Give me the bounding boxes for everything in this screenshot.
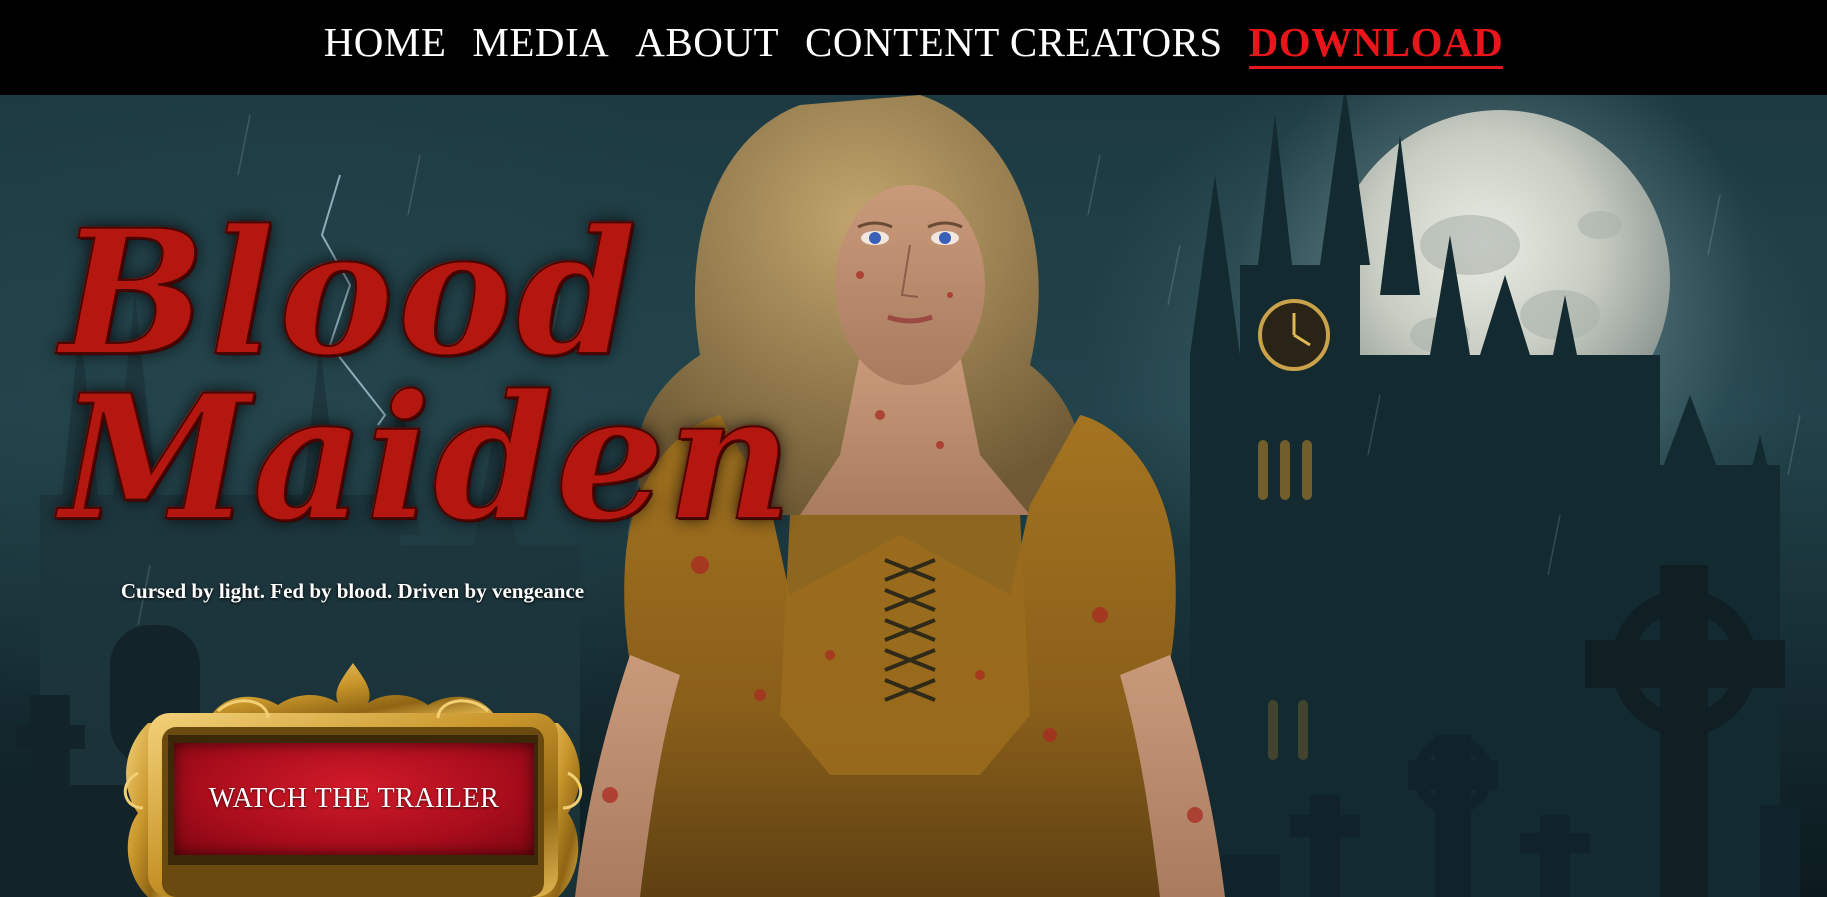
nav-link-download[interactable]: DOWNLOAD	[1248, 18, 1504, 69]
nav-link-about[interactable]: ABOUT	[635, 19, 779, 65]
nav-item-media: MEDIA	[472, 18, 609, 66]
nav-item-about: ABOUT	[635, 18, 779, 66]
nav-item-content-creators: CONTENT CREATORS	[805, 18, 1223, 66]
title-line-1: Blood	[59, 191, 641, 394]
nav-item-download: DOWNLOAD	[1248, 18, 1504, 69]
nav-menu: HOME MEDIA ABOUT CONTENT CREATORS DOWNLO…	[324, 18, 1504, 69]
nav-item-home: HOME	[324, 18, 447, 66]
tagline: Cursed by light. Fed by blood. Driven by…	[120, 579, 585, 603]
nav-link-home[interactable]: HOME	[324, 19, 447, 65]
hero-section: Blood Maiden Cursed by light. Fed by blo…	[0, 95, 1827, 897]
nav-link-media[interactable]: MEDIA	[472, 19, 609, 65]
watch-trailer-button[interactable]: WATCH THE TRAILER	[174, 743, 534, 855]
top-navbar: HOME MEDIA ABOUT CONTENT CREATORS DOWNLO…	[0, 0, 1827, 95]
page: HOME MEDIA ABOUT CONTENT CREATORS DOWNLO…	[0, 0, 1827, 897]
nav-link-content-creators[interactable]: CONTENT CREATORS	[805, 19, 1223, 65]
game-title-logo: Blood Maiden	[59, 191, 794, 560]
ornate-gold-frame: WATCH THE TRAILER	[118, 663, 588, 897]
clock-face	[1258, 299, 1330, 371]
title-line-2: Maiden	[59, 356, 794, 560]
